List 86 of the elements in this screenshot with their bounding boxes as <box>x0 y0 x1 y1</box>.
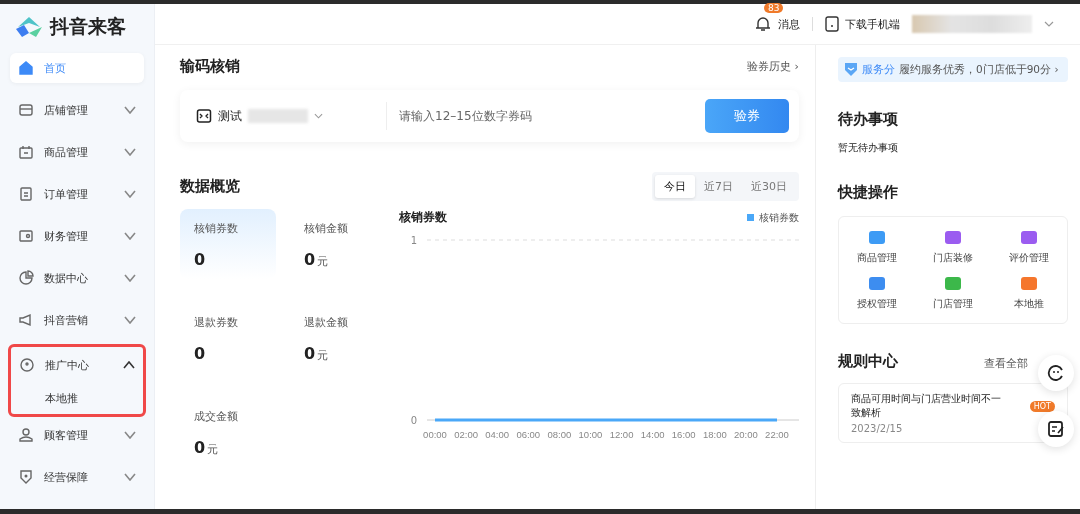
download-button[interactable]: 下载手机端 <box>825 16 900 32</box>
order-icon <box>18 186 34 202</box>
axis-label: 06:00 <box>516 429 541 440</box>
empty-message: 暂无待办事项 <box>838 141 899 155</box>
shortcut-item[interactable]: 授权管理 <box>839 275 915 311</box>
stat-value: 0元 <box>194 438 220 457</box>
shortcut-item[interactable]: 评价管理 <box>991 229 1067 265</box>
axis-label: 20:00 <box>734 429 758 440</box>
chat-icon <box>1047 364 1065 382</box>
stat-label: 核销金额 <box>304 221 349 236</box>
stat-card[interactable]: 成交金额 0元 <box>180 397 276 467</box>
phone-icon <box>825 16 839 32</box>
rule-date: 2023/2/15 <box>851 423 904 434</box>
section-title: 数据概览 <box>180 177 240 196</box>
stat-label: 成交金额 <box>194 409 239 424</box>
axis-label: 16:00 <box>671 429 696 440</box>
chevron-icon <box>314 113 323 119</box>
stat-value: 0 <box>194 344 207 363</box>
nav-item[interactable]: 顾客管理 <box>10 420 144 450</box>
shield-icon <box>18 469 34 485</box>
range-tab[interactable]: 今日 <box>655 175 695 198</box>
hot-badge: HOT <box>1029 400 1055 412</box>
shortcut-item[interactable]: 门店管理 <box>915 275 991 311</box>
megaphone-icon <box>18 312 34 328</box>
service-banner[interactable]: 服务分 履约服务优秀，0门店低于90分 › <box>838 57 1068 82</box>
app-name: 抖音来客 <box>50 14 126 39</box>
bag-icon <box>18 144 34 160</box>
section-title: 输码核销 <box>180 57 240 76</box>
store-selector[interactable]: 测试 <box>196 107 386 125</box>
chart-title: 核销券数 <box>399 209 447 226</box>
logo-icon <box>14 15 44 39</box>
stat-value: 0 <box>194 250 207 269</box>
edit-icon <box>1047 420 1065 438</box>
legend-item[interactable]: 核销券数 <box>747 210 799 225</box>
home-icon <box>18 60 34 76</box>
nav-item[interactable]: 商品管理 <box>10 137 144 167</box>
nav-item[interactable]: 抖音营销 <box>10 305 144 335</box>
rule-title: 商品可用时间与门店营业时间不一致解析 <box>851 392 1001 420</box>
stat-card[interactable]: 退款券数 0 <box>180 303 276 373</box>
axis-label: 12:00 <box>609 429 634 440</box>
wallet-icon <box>18 228 34 244</box>
nav-item[interactable]: 数据中心 <box>10 263 144 293</box>
axis-label: 08:00 <box>547 429 572 440</box>
pie-icon <box>18 270 34 286</box>
axis-label: 00:00 <box>423 429 447 440</box>
axis-label: 10:00 <box>578 429 603 440</box>
axis-label: 02:00 <box>454 429 478 440</box>
notification-badge: 83 <box>764 3 784 13</box>
stat-value: 0元 <box>304 344 330 363</box>
section-title: 规则中心 <box>838 352 898 371</box>
stat-label: 核销券数 <box>194 221 239 236</box>
axis-label: 04:00 <box>485 429 510 440</box>
shortcut-item[interactable]: 本地推 <box>991 275 1067 311</box>
axis-label: 18:00 <box>702 429 727 440</box>
shortcut-item[interactable]: 门店装修 <box>915 229 991 265</box>
nav-item[interactable]: 订单管理 <box>10 179 144 209</box>
range-tab[interactable]: 近7日 <box>695 175 742 198</box>
nav-item[interactable]: 经营保障 <box>10 462 144 492</box>
shortcut-item[interactable]: 商品管理 <box>839 229 915 265</box>
notifications-button[interactable]: 消息 <box>754 15 800 33</box>
chevron-icon <box>1044 21 1054 27</box>
axis-label: 1 <box>410 235 417 246</box>
stat-label: 退款券数 <box>194 315 239 330</box>
nav-item[interactable]: 财务管理 <box>10 221 144 251</box>
feedback-button[interactable] <box>1038 411 1074 447</box>
nav-item[interactable]: 店铺管理 <box>10 95 144 125</box>
support-button[interactable] <box>1038 355 1074 391</box>
stat-card[interactable]: 退款金额 0元 <box>290 303 386 373</box>
axis-label: 22:00 <box>765 429 789 440</box>
view-all-link[interactable]: 查看全部 <box>984 356 1028 371</box>
bell-icon <box>754 15 772 33</box>
history-link[interactable]: 验券历史 › <box>747 59 799 74</box>
section-title: 快捷操作 <box>838 183 899 202</box>
range-tab[interactable]: 近30日 <box>742 175 796 198</box>
section-title: 待办事项 <box>838 110 899 129</box>
shield-icon <box>844 62 858 77</box>
axis-label: 14:00 <box>640 429 665 440</box>
nav-subitem[interactable]: 本地推 <box>11 389 143 414</box>
pin-icon <box>19 357 35 373</box>
person-icon <box>18 427 34 443</box>
stat-label: 退款金额 <box>304 315 349 330</box>
nav-item[interactable]: 推广中心 <box>11 350 143 380</box>
stat-card[interactable]: 核销金额 0元 <box>290 209 386 279</box>
stat-value: 0元 <box>304 250 330 269</box>
nav-item[interactable]: 首页 <box>10 53 144 83</box>
axis-label: 0 <box>410 415 417 426</box>
